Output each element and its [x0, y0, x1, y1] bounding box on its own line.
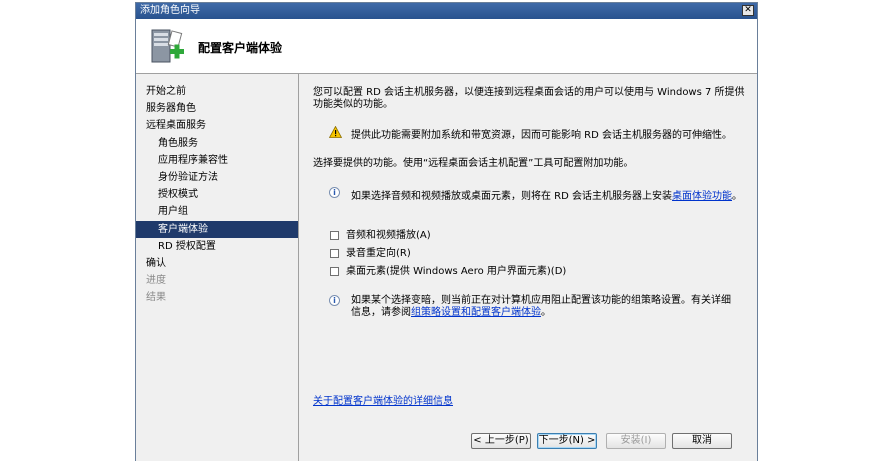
- info-icon: i: [329, 187, 340, 198]
- wizard-nav: 开始之前 服务器角色 远程桌面服务 角色服务 应用程序兼容性 身份验证方法 授权…: [136, 74, 299, 461]
- wizard-header: 配置客户端体验: [136, 19, 757, 74]
- nav-item-confirmation[interactable]: 确认: [136, 255, 298, 272]
- nav-item-licensing-mode[interactable]: 授权模式: [136, 186, 298, 203]
- warning-text: 提供此功能需要附加系统和带宽资源，因而可能影响 RD 会话主机服务器的可伸缩性。: [351, 130, 733, 141]
- warning-icon: [329, 126, 342, 138]
- checkbox-audio-recording-box[interactable]: [330, 248, 339, 258]
- more-info-link[interactable]: 关于配置客户端体验的详细信息: [313, 392, 453, 407]
- cancel-button[interactable]: 取消: [672, 433, 732, 449]
- back-button[interactable]: < 上一步(P): [471, 433, 531, 449]
- group-policy-link[interactable]: 组策略设置和配置客户端体验: [411, 307, 541, 318]
- nav-item-user-groups[interactable]: 用户组: [136, 203, 298, 220]
- info1-prefix: 如果选择音频和视频播放或桌面元素，则将在 RD 会话主机服务器上安装: [351, 191, 673, 202]
- nav-item-app-compatibility[interactable]: 应用程序兼容性: [136, 152, 298, 169]
- wizard-content: 您可以配置 RD 会话主机服务器，以便连接到远程桌面会话的用户可以使用与 Win…: [299, 74, 757, 425]
- desktop-experience-link[interactable]: 桌面体验功能: [672, 191, 732, 202]
- info1-suffix: 。: [732, 191, 743, 202]
- checkbox-audio-video[interactable]: 音频和视频播放(A): [330, 226, 431, 241]
- checkbox-desktop-composition-box[interactable]: [330, 266, 339, 276]
- info-text-desktop-experience: 如果选择音频和视频播放或桌面元素，则将在 RD 会话主机服务器上安装桌面体验功能…: [351, 187, 742, 202]
- nav-item-server-roles[interactable]: 服务器角色: [136, 100, 298, 117]
- install-button: 安装(I): [606, 433, 666, 449]
- checkbox-audio-video-label: 音频和视频播放(A): [346, 230, 431, 241]
- nav-item-rd-licensing-config[interactable]: RD 授权配置: [136, 238, 298, 255]
- checkbox-desktop-composition-label: 桌面元素(提供 Windows Aero 用户界面元素)(D): [346, 266, 567, 277]
- select-features-text: 选择要提供的功能。使用“远程桌面会话主机配置”工具可配置附加功能。: [313, 158, 634, 169]
- close-icon: ✕: [744, 5, 752, 15]
- server-add-icon: [151, 29, 184, 63]
- nav-item-role-services[interactable]: 角色服务: [136, 135, 298, 152]
- title-bar[interactable]: 添加角色向导 ✕: [136, 3, 757, 19]
- close-button[interactable]: ✕: [742, 5, 754, 16]
- nav-item-results: 结果: [146, 292, 166, 304]
- checkbox-audio-recording[interactable]: 录音重定向(R): [330, 244, 411, 259]
- checkbox-desktop-composition[interactable]: 桌面元素(提供 Windows Aero 用户界面元素)(D): [330, 262, 566, 277]
- nav-item-progress: 进度: [146, 275, 166, 287]
- nav-item-authentication-method[interactable]: 身份验证方法: [136, 169, 298, 186]
- info-icon: i: [329, 295, 340, 306]
- intro-text: 您可以配置 RD 会话主机服务器，以便连接到远程桌面会话的用户可以使用与 Win…: [313, 87, 745, 110]
- nav-item-client-experience[interactable]: 客户端体验: [136, 220, 298, 238]
- info2-suffix: 。: [541, 307, 551, 318]
- page-title: 配置客户端体验: [198, 41, 283, 55]
- nav-item-before-you-begin[interactable]: 开始之前: [136, 83, 298, 100]
- window-title: 添加角色向导: [140, 5, 200, 16]
- next-button[interactable]: 下一步(N) >: [537, 433, 597, 449]
- info-text-group-policy: 如果某个选择变暗，则当前正在对计算机应用阻止配置该功能的组策略设置。有关详细信息…: [351, 295, 731, 319]
- nav-item-remote-desktop-services[interactable]: 远程桌面服务: [136, 117, 298, 134]
- checkbox-audio-video-box[interactable]: [330, 230, 339, 240]
- checkbox-audio-recording-label: 录音重定向(R): [346, 248, 411, 259]
- wizard-footer: < 上一步(P) 下一步(N) > 安装(I) 取消: [299, 425, 757, 461]
- add-roles-wizard-window: 添加角色向导 ✕ 配置客户端体验 开始之前 服务器角色 远程桌面服务 角色服务 …: [135, 2, 758, 461]
